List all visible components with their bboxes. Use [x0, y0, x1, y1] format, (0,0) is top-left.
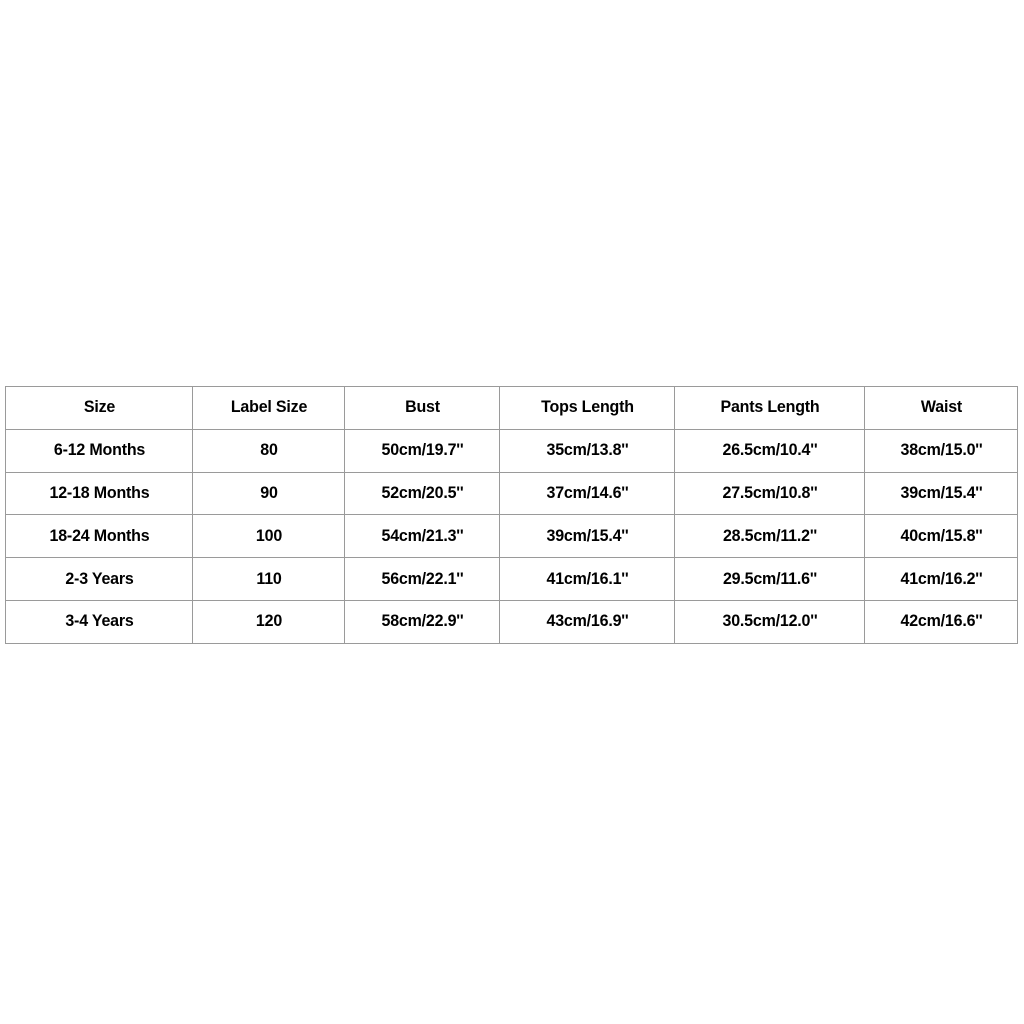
cell-tops-length: 37cm/14.6''	[501, 471, 673, 516]
cell-bust: 50cm/19.7''	[346, 428, 498, 473]
table-row: 12-18 Months 90 52cm/20.5'' 37cm/14.6'' …	[6, 471, 1018, 516]
column-header-pants-length: Pants Length	[676, 386, 863, 430]
size-chart-table: Size Label Size Bust Tops Length Pants L…	[5, 386, 1018, 644]
cell-label-size: 100	[194, 514, 343, 559]
size-chart-container: Size Label Size Bust Tops Length Pants L…	[5, 386, 1018, 644]
cell-pants-length: 28.5cm/11.2''	[676, 514, 863, 559]
cell-label-size: 80	[194, 428, 343, 473]
cell-pants-length: 29.5cm/11.6''	[676, 557, 863, 601]
cell-waist: 39cm/15.4''	[866, 471, 1016, 516]
cell-tops-length: 41cm/16.1''	[501, 557, 673, 601]
cell-size: 2-3 Years	[7, 557, 191, 601]
cell-waist: 42cm/16.6''	[866, 599, 1016, 644]
cell-label-size: 90	[194, 471, 343, 516]
cell-bust: 56cm/22.1''	[346, 557, 498, 601]
cell-size: 6-12 Months	[7, 428, 191, 473]
column-header-label-size: Label Size	[194, 386, 343, 430]
cell-waist: 41cm/16.2''	[866, 557, 1016, 601]
cell-waist: 40cm/15.8''	[866, 514, 1016, 559]
cell-pants-length: 26.5cm/10.4''	[676, 428, 863, 473]
cell-size: 12-18 Months	[7, 471, 191, 516]
cell-tops-length: 39cm/15.4''	[501, 514, 673, 559]
table-row: 2-3 Years 110 56cm/22.1'' 41cm/16.1'' 29…	[6, 557, 1018, 601]
column-header-bust: Bust	[346, 386, 498, 430]
cell-waist: 38cm/15.0''	[866, 428, 1016, 473]
column-header-size: Size	[7, 386, 191, 430]
table-row: 6-12 Months 80 50cm/19.7'' 35cm/13.8'' 2…	[6, 428, 1018, 473]
cell-bust: 54cm/21.3''	[346, 514, 498, 559]
cell-pants-length: 30.5cm/12.0''	[676, 599, 863, 644]
cell-tops-length: 35cm/13.8''	[501, 428, 673, 473]
cell-label-size: 120	[194, 599, 343, 644]
cell-bust: 52cm/20.5''	[346, 471, 498, 516]
table-row: 3-4 Years 120 58cm/22.9'' 43cm/16.9'' 30…	[6, 599, 1018, 644]
cell-label-size: 110	[194, 557, 343, 601]
column-header-waist: Waist	[866, 386, 1016, 430]
cell-bust: 58cm/22.9''	[346, 599, 498, 644]
cell-pants-length: 27.5cm/10.8''	[676, 471, 863, 516]
table-header-row: Size Label Size Bust Tops Length Pants L…	[6, 386, 1018, 430]
table-row: 18-24 Months 100 54cm/21.3'' 39cm/15.4''…	[6, 514, 1018, 559]
cell-size: 3-4 Years	[7, 599, 191, 644]
column-header-tops-length: Tops Length	[501, 386, 673, 430]
cell-tops-length: 43cm/16.9''	[501, 599, 673, 644]
cell-size: 18-24 Months	[7, 514, 191, 559]
